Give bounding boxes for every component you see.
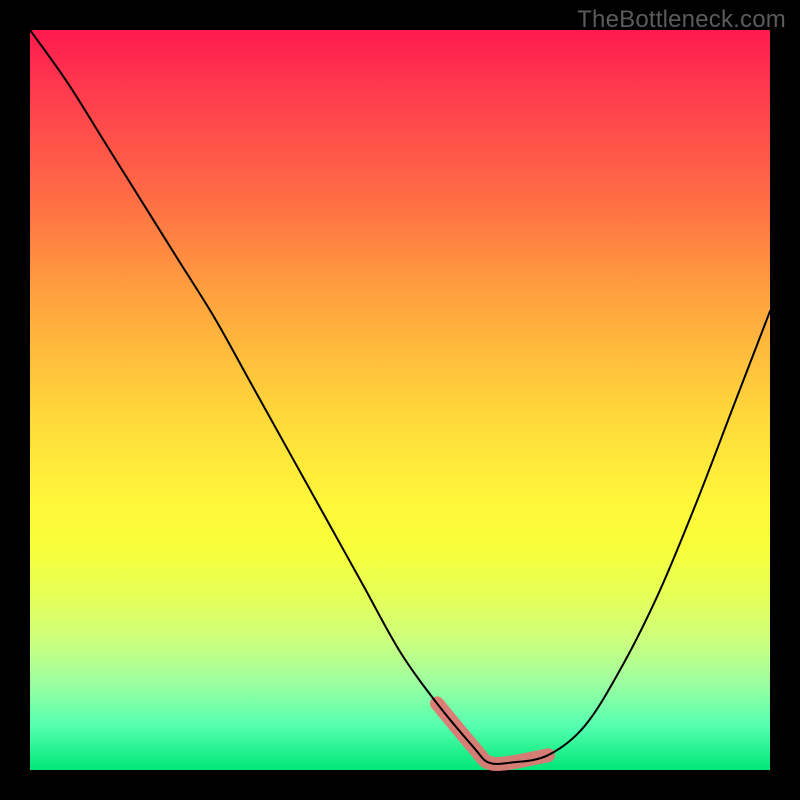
bottleneck-curve <box>30 30 770 764</box>
plot-area <box>30 30 770 770</box>
chart-container: TheBottleneck.com <box>0 0 800 800</box>
curve-svg <box>30 30 770 770</box>
watermark-text: TheBottleneck.com <box>577 6 786 34</box>
sweet-spot-highlight <box>437 703 548 764</box>
